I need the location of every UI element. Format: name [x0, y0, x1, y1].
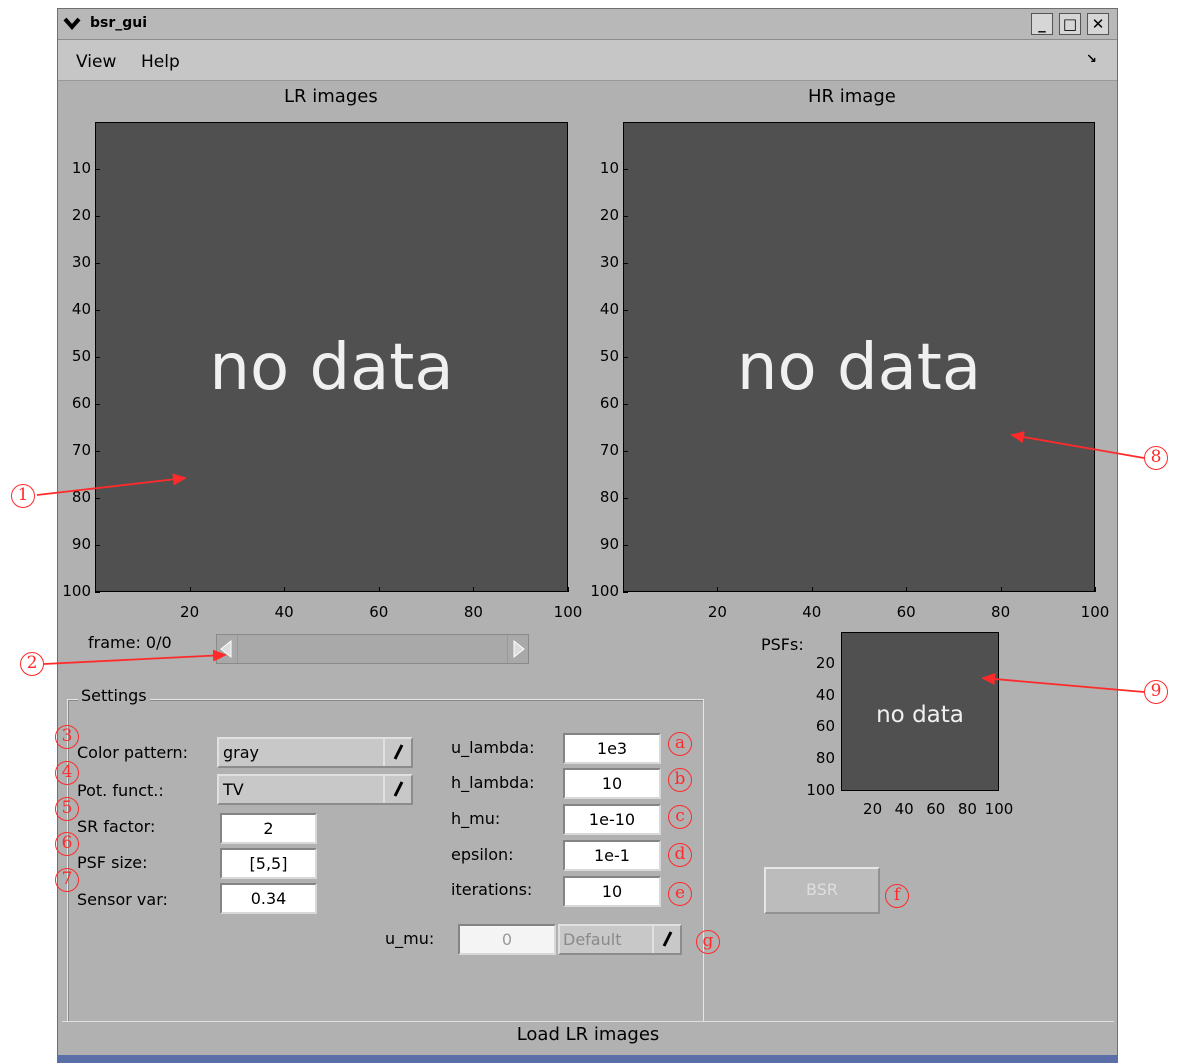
- arrow-8: [1010, 431, 1145, 459]
- arrow-9: [981, 673, 1145, 693]
- arrow-1: [36, 473, 187, 496]
- annotation-9: 9: [1144, 680, 1168, 704]
- annotation-f: f: [885, 884, 909, 908]
- annotation-7: 7: [55, 868, 79, 892]
- annotation-5: 5: [55, 797, 79, 821]
- annotation-3: 3: [55, 725, 79, 749]
- annotation-e: e: [668, 882, 692, 906]
- annotation-4: 4: [55, 761, 79, 785]
- annotation-d: d: [668, 843, 692, 867]
- annotation-6: 6: [55, 832, 79, 856]
- annotation-b: b: [668, 768, 692, 792]
- arrow-2: [43, 649, 227, 665]
- annotation-c: c: [668, 805, 692, 829]
- annotation-arrows: [36, 431, 1145, 693]
- annotation-1: 1: [11, 484, 35, 508]
- annotation-a: a: [668, 732, 692, 756]
- annotation-g: g: [696, 930, 720, 954]
- annotation-2: 2: [20, 652, 44, 676]
- annotation-8: 8: [1144, 446, 1168, 470]
